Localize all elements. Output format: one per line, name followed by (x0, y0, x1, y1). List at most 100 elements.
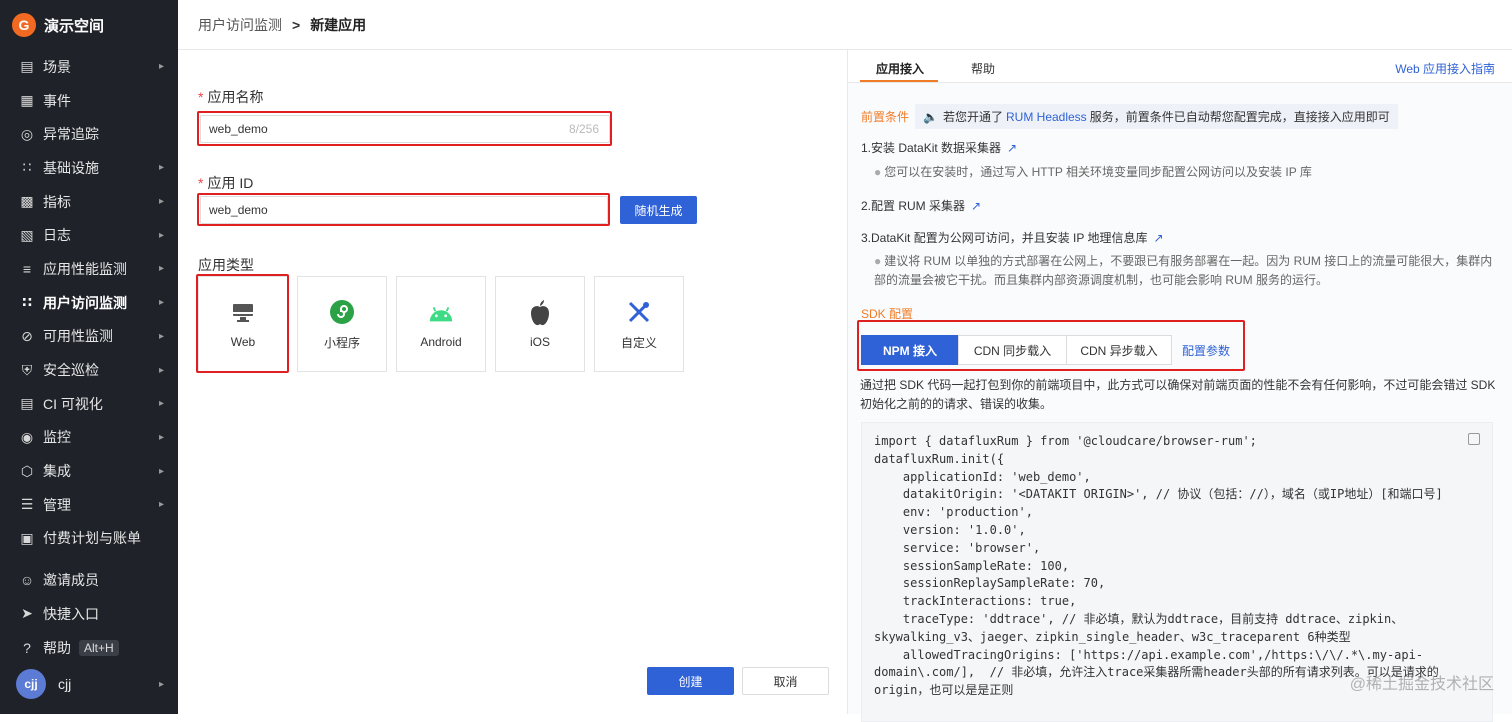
cancel-button[interactable]: 取消 (742, 667, 829, 695)
sidebar-item-label: 付费计划与账单 (43, 530, 141, 547)
sidebar-item-2[interactable]: ◎ 异常追踪 (0, 117, 178, 151)
sidebar-item-invite[interactable]: ☺ 邀请成员 (0, 563, 178, 597)
code-line: service: 'browser', (874, 540, 1041, 555)
workspace-switcher[interactable]: G 演示空间 (0, 0, 178, 50)
code-line: sessionSampleRate: 100, (874, 558, 1070, 573)
tab-app-access[interactable]: 应用接入 (876, 60, 924, 77)
rum-headless-link[interactable]: RUM Headless (1006, 110, 1087, 124)
type-card-custom[interactable]: 自定义 (594, 276, 684, 372)
sidebar-item-label: 快捷入口 (43, 605, 99, 622)
code-line: skywalking_v3、jaeger、zipkin_single_heade… (874, 629, 1351, 644)
chevron-right-icon: ▸ (158, 263, 164, 275)
sidebar-item-6[interactable]: ≡ 应用性能监测 ▸ (0, 252, 178, 286)
app-id-label: * 应用 ID (198, 175, 254, 191)
code-line: traceType: 'ddtrace', // 非必填，默认为ddtrace，… (874, 611, 1404, 626)
chevron-right-icon: ▸ (158, 499, 164, 511)
avatar: cjj (16, 669, 46, 700)
web-guide-link[interactable]: Web 应用接入指南 (1395, 60, 1495, 77)
target-icon: ◎ (20, 125, 34, 142)
create-button[interactable]: 创建 (647, 667, 734, 695)
chevron-right-icon: ▸ (158, 678, 164, 690)
android-icon (427, 299, 455, 327)
type-card-ios[interactable]: iOS (495, 276, 585, 372)
sidebar-item-label: 用户访问监测 (43, 294, 127, 311)
copy-icon[interactable] (1468, 433, 1480, 445)
breadcrumb: 用户访问监测 > 新建应用 (178, 0, 1512, 50)
tab-help[interactable]: 帮助 (971, 60, 995, 77)
sidebar-item-13[interactable]: ☰ 管理 ▸ (0, 488, 178, 522)
code-line: datakitOrigin: '<DATAKIT ORIGIN>', // 协议… (874, 487, 1443, 502)
tab-cdn-sync[interactable]: CDN 同步载入 (958, 335, 1067, 365)
sidebar-item-8[interactable]: ⊘ 可用性监测 ▸ (0, 320, 178, 354)
breadcrumb-separator: > (292, 16, 301, 33)
code-line: trackInteractions: true, (874, 594, 1077, 609)
code-line: datafluxRum.init({ (874, 451, 1005, 466)
grid-icon: ∷ (22, 294, 32, 311)
alarm-icon: ◉ (20, 428, 34, 445)
sidebar-item-4[interactable]: ▩ 指标 ▸ (0, 185, 178, 219)
active-tab-indicator (860, 80, 938, 82)
miniprogram-icon (328, 298, 356, 326)
step-install-datakit: 1.安装 DataKit 数据采集器 ↗ (861, 139, 1017, 156)
tab-cdn-async[interactable]: CDN 异步载入 (1066, 335, 1172, 365)
panel-tabs: 应用接入 帮助 Web 应用接入指南 (848, 50, 1512, 83)
sidebar-item-5[interactable]: ▧ 日志 ▸ (0, 218, 178, 252)
type-label: Android (420, 335, 462, 349)
app-id-input[interactable]: web_demo (200, 196, 608, 224)
app-name-input[interactable]: web_demo 8/256 (200, 115, 610, 143)
monitor-icon: ▤ (20, 58, 34, 75)
step1-note: ● 您可以在安装时，通过写入 HTTP 相关环境变量同步配置公网访问以及安装 IP… (874, 165, 1312, 179)
apm-icon: ≡ (22, 260, 32, 277)
app-id-value: web_demo (209, 203, 268, 217)
sidebar-item-7[interactable]: ∷ 用户访问监测 ▸ (0, 286, 178, 320)
shield-icon: ⛨ (21, 361, 33, 378)
type-label: 小程序 (323, 335, 360, 350)
sidebar-item-9[interactable]: ⛨ 安全巡检 ▸ (0, 353, 178, 387)
type-label: Web (230, 335, 256, 349)
sidebar-item-11[interactable]: ◉ 监控 ▸ (0, 421, 178, 455)
create-app-form: * 应用名称 web_demo 8/256 * 应用 ID web_demo 随机生… (178, 50, 846, 714)
sidebar-item-10[interactable]: ▤ CI 可视化 ▸ (0, 387, 178, 421)
breadcrumb-parent[interactable]: 用户访问监测 (198, 15, 282, 35)
chevron-right-icon: ▸ (158, 398, 164, 410)
type-label: 自定义 (620, 335, 657, 350)
sidebar-item-user[interactable]: cjj cjj ▸ (0, 664, 178, 704)
type-card-android[interactable]: Android (396, 276, 486, 372)
code-line: sessionReplaySampleRate: 70, (874, 576, 1106, 591)
external-link-icon[interactable]: ↗ (971, 199, 981, 213)
sidebar-item-label: 集成 (43, 463, 71, 480)
step3-note: ● 建议将 RUM 以单独的方式部署在公网上，不要跟已有服务部署在一起。因为 RU… (874, 254, 1493, 287)
chevron-right-icon: ▸ (158, 465, 164, 477)
sidebar-item-0[interactable]: ▤ 场景 ▸ (0, 50, 178, 84)
chevron-right-icon: ▸ (158, 61, 164, 73)
sidebar-item-help[interactable]: ? 帮助 Alt+H (0, 631, 178, 665)
code-line: import { datafluxRum } from '@cloudcare/… (874, 434, 1257, 448)
tools-icon (625, 298, 653, 326)
user-name: cjj (58, 676, 72, 693)
code-line: applicationId: 'web_demo', (874, 469, 1091, 484)
char-count: 8/256 (568, 122, 599, 136)
chevron-right-icon: ▸ (158, 364, 164, 376)
sidebar-item-1[interactable]: ▦ 事件 (0, 84, 178, 118)
type-card-miniprogram[interactable]: 小程序 (297, 276, 387, 372)
type-card-web[interactable]: Web (198, 276, 288, 372)
prerequisite-notice: 🔈 若您开通了 RUM Headless 服务，前置条件已自动帮您配置完成，直接… (915, 104, 1398, 129)
sidebar-item-label: 基础设施 (43, 159, 99, 176)
sidebar-item-shortcut[interactable]: ➤ 快捷入口 (0, 597, 178, 631)
code-line: version: '1.0.0', (874, 522, 1026, 537)
sidebar-item-14[interactable]: ▣ 付费计划与账单 (0, 522, 178, 556)
type-label: iOS (529, 335, 550, 349)
sidebar-item-12[interactable]: ⬡ 集成 ▸ (0, 454, 178, 488)
sidebar-item-label: 安全巡检 (43, 362, 99, 379)
sliders-icon: ☰ (20, 496, 34, 513)
random-generate-button[interactable]: 随机生成 (620, 196, 697, 224)
sidebar-item-3[interactable]: ∷ 基础设施 ▸ (0, 151, 178, 185)
config-params-link[interactable]: 配置参数 (1182, 342, 1230, 359)
app-type-label: 应用类型 (198, 257, 254, 273)
chevron-right-icon: ▸ (158, 330, 164, 342)
tab-npm[interactable]: NPM 接入 (861, 335, 959, 365)
external-link-icon[interactable]: ↗ (1153, 231, 1163, 245)
step-label: 3.DataKit 配置为公网可访问，并且安装 IP 地理信息库 (861, 231, 1148, 245)
external-link-icon[interactable]: ↗ (1007, 141, 1017, 155)
chevron-right-icon: ▸ (158, 196, 164, 208)
